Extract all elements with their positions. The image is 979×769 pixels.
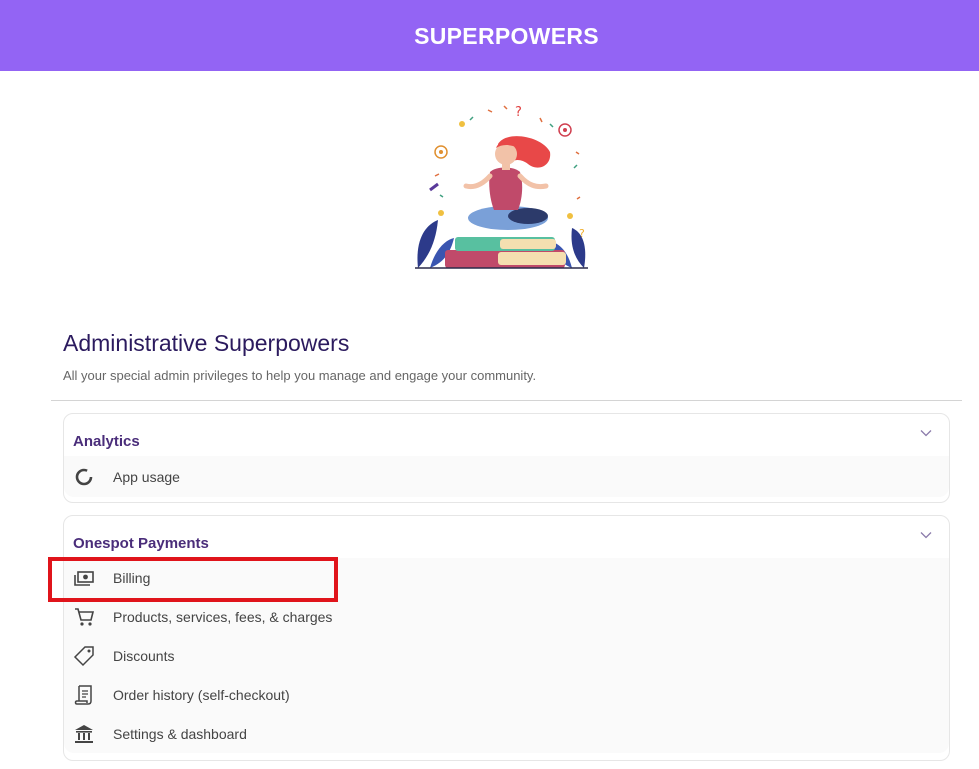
- page-title: Administrative Superpowers: [63, 330, 350, 356]
- cart-icon: [73, 606, 95, 628]
- menu-item-settings-dashboard[interactable]: Settings & dashboard: [64, 714, 949, 753]
- divider: [51, 400, 962, 401]
- intro-section: Administrative Superpowers All your spec…: [63, 330, 536, 383]
- analytics-card: Analytics App usage: [63, 413, 950, 503]
- onespot-payments-card-header[interactable]: Onespot Payments: [64, 516, 949, 558]
- analytics-card-title: Analytics: [73, 433, 140, 450]
- menu-item-discounts[interactable]: Discounts: [64, 636, 949, 675]
- chevron-down-icon[interactable]: [919, 426, 933, 440]
- menu-item-label: Discounts: [113, 647, 175, 664]
- menu-item-label: Settings & dashboard: [113, 725, 247, 742]
- page-subtitle: All your special admin privileges to hel…: [63, 368, 537, 383]
- analytics-card-header[interactable]: Analytics: [64, 414, 949, 456]
- menu-item-order-history[interactable]: Order history (self-checkout): [64, 675, 949, 714]
- menu-item-app-usage[interactable]: App usage: [64, 456, 949, 497]
- top-bar: SUPERPOWERS: [0, 0, 979, 71]
- tag-icon: [73, 645, 95, 667]
- onespot-payments-card: Onespot Payments Billing Products, servi…: [63, 515, 950, 761]
- page-header-title: SUPERPOWERS: [414, 23, 599, 49]
- svg-text:?: ?: [515, 105, 522, 120]
- menu-item-label: Order history (self-checkout): [113, 686, 290, 703]
- bank-icon: [73, 723, 95, 745]
- chevron-down-icon[interactable]: [919, 528, 933, 542]
- menu-item-products[interactable]: Products, services, fees, & charges: [64, 597, 949, 636]
- menu-item-label: Products, services, fees, & charges: [113, 608, 333, 625]
- receipt-icon: [73, 684, 95, 706]
- meditating-woman-illustration: ? ?: [415, 105, 588, 269]
- donut-chart-icon: [73, 466, 95, 488]
- billing-highlight-box: [48, 557, 338, 602]
- onespot-payments-card-title: Onespot Payments: [73, 535, 209, 552]
- menu-item-label: App usage: [113, 468, 180, 485]
- analytics-items: App usage: [64, 456, 949, 497]
